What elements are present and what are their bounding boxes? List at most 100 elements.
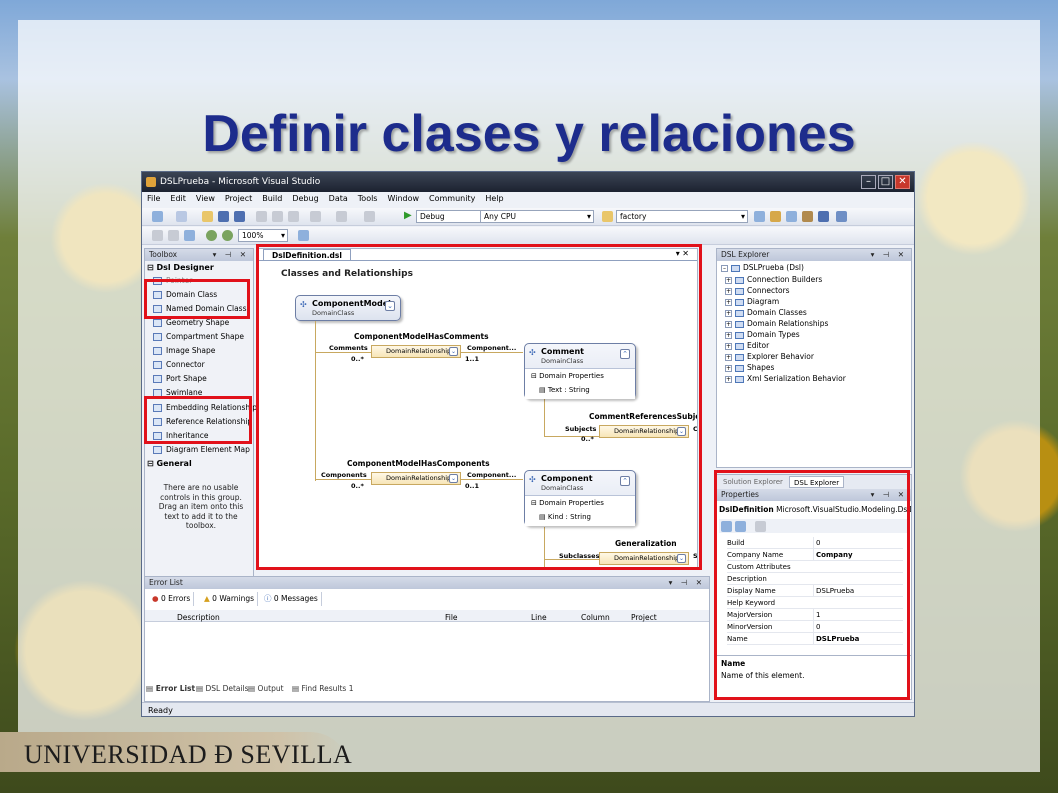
maximize-button[interactable]: □ [878,175,893,189]
find-in-files-icon[interactable] [602,211,613,222]
property-value[interactable]: DSLPrueba [813,585,854,597]
toolbox-group-general[interactable]: ⊟ General [147,459,192,468]
toolbox-item-embedding-relationship[interactable]: Embedding Relationship [153,403,257,412]
column-file[interactable]: File [445,613,458,622]
expand-icon[interactable]: + [725,364,732,372]
tree-item-xml-serialization[interactable]: + Xml Serialization Behavior [725,374,846,383]
toolbox-item-port-shape[interactable]: Port Shape [153,374,207,383]
tree-item-editor[interactable]: + Editor [725,341,769,350]
expand-icon[interactable]: + [725,287,732,295]
domain-property[interactable]: ▤ Text : String [539,386,590,394]
object-browser-icon[interactable] [786,211,797,222]
property-value[interactable]: 0 [813,621,820,633]
toolbox-item-compartment-shape[interactable]: Compartment Shape [153,332,244,341]
property-value[interactable]: 0 [813,537,820,549]
toolbox-item-named-domain-class[interactable]: Named Domain Class [153,304,247,313]
expand-icon[interactable]: ⌄ [449,474,458,483]
property-row-minor-version[interactable]: MinorVersion 0 [727,621,903,633]
property-value[interactable]: 1 [813,609,820,621]
minimize-button[interactable]: – [861,175,876,189]
start-debug-icon[interactable]: ▶ [404,210,412,221]
platform-combo[interactable]: Any CPU [480,210,594,223]
navigate-icon[interactable] [364,211,375,222]
alphabetical-icon[interactable] [735,521,746,532]
expand-icon[interactable]: ⌄ [449,347,458,356]
tree-item-connectors[interactable]: + Connectors [725,286,790,295]
expand-icon[interactable]: ⌄ [677,427,686,436]
paste-icon[interactable] [288,211,299,222]
property-row-name[interactable]: Name DSLPrueba [727,633,903,645]
align-left-icon[interactable] [152,230,163,241]
warnings-filter-button[interactable]: ▲ 0 Warnings [201,592,259,606]
zoom-in-icon[interactable] [206,230,217,241]
menu-debug[interactable]: Debug [287,192,323,205]
menu-tools[interactable]: Tools [353,192,383,205]
expand-icon[interactable]: ⌄ [677,554,686,563]
align-center-icon[interactable] [168,230,179,241]
zoom-combo[interactable]: 100% [238,229,288,242]
solution-explorer-icon[interactable] [754,211,765,222]
property-row-help-keyword[interactable]: Help Keyword [727,597,903,609]
toolbox-group-dsl-designer[interactable]: ⊟ Dsl Designer [147,263,214,272]
shape-comment[interactable]: ✣ Comment DomainClass ⌃ ⊟ Domain Propert… [524,343,636,399]
relationship-box[interactable]: DomainRelationship ⌄ [599,552,689,565]
property-value[interactable]: DSLPrueba [813,633,859,645]
tab-dsl-explorer[interactable]: DSL Explorer [789,476,845,488]
messages-filter-button[interactable]: ⓘ 0 Messages [261,592,322,606]
cut-icon[interactable] [256,211,267,222]
toolbox-item-image-shape[interactable]: Image Shape [153,346,215,355]
collapse-icon[interactable]: ⌃ [620,476,630,486]
tab-menu-icons[interactable]: ▾ ✕ [676,249,689,258]
panel-pin-icons[interactable]: ▾ ⊣ ✕ [669,577,705,589]
property-value[interactable]: Company [813,549,853,561]
expand-icon[interactable]: + [725,298,732,306]
save-icon[interactable] [218,211,229,222]
add-item-icon[interactable] [176,211,187,222]
toolbox-item-connector[interactable]: Connector [153,360,205,369]
collapse-icon[interactable]: ⌃ [620,349,630,359]
toolbox-item-domain-class[interactable]: Domain Class [153,290,217,299]
copy-icon[interactable] [272,211,283,222]
tree-item-shapes[interactable]: + Shapes [725,363,774,372]
zoom-to-fit-icon[interactable] [298,230,309,241]
expand-icon[interactable]: + [725,375,732,383]
toolbox-item-swimlane[interactable]: Swimlane [153,388,202,397]
toolbox-item-inheritance[interactable]: Inheritance [153,431,209,440]
save-all-icon[interactable] [234,211,245,222]
shape-component[interactable]: ✣ Component DomainClass ⌃ ⊟ Domain Prope… [524,470,636,526]
property-row-description[interactable]: Description [727,573,903,585]
tree-item-connection-builders[interactable]: + Connection Builders [725,275,822,284]
shape-componentmodel[interactable]: ✣ ComponentModel DomainClass ⌄ [295,295,401,321]
menu-community[interactable]: Community [424,192,480,205]
property-row-display-name[interactable]: Display Name DSLPrueba [727,585,903,597]
domain-property[interactable]: ▤ Kind : String [539,513,591,521]
toolbox-item-pointer[interactable]: Pointer [153,276,192,285]
column-column[interactable]: Column [581,613,610,622]
relationship-box[interactable]: DomainRelationship ⌄ [599,425,689,438]
panel-pin-icons[interactable]: ▾ ⊣ ✕ [213,249,249,261]
tree-item-domain-classes[interactable]: + Domain Classes [725,308,807,317]
tree-item-diagram[interactable]: + Diagram [725,297,779,306]
expand-icon[interactable]: + [725,309,732,317]
relationship-box[interactable]: DomainRelationship ⌄ [371,345,461,358]
tab-output[interactable]: ▤ Output [248,684,284,693]
open-folder-icon[interactable] [202,211,213,222]
relationship-box[interactable]: DomainRelationship ⌄ [371,472,461,485]
categorized-icon[interactable] [721,521,732,532]
property-pages-icon[interactable] [755,521,766,532]
expand-icon[interactable]: ⌄ [385,301,395,311]
close-button[interactable]: ✕ [895,175,910,189]
property-row-custom-attributes[interactable]: Custom Attributes [727,561,903,573]
column-project[interactable]: Project [631,613,657,622]
redo-icon[interactable] [336,211,347,222]
tree-root[interactable]: – DSLPrueba (Dsl) [721,263,804,272]
column-description[interactable]: Description [177,613,220,622]
menu-project[interactable]: Project [220,192,257,205]
expand-icon[interactable]: + [725,353,732,361]
menu-data[interactable]: Data [324,192,353,205]
menu-edit[interactable]: Edit [165,192,191,205]
panel-pin-icons[interactable]: ▾ ⊣ ✕ [871,489,907,501]
tree-item-explorer-behavior[interactable]: + Explorer Behavior [725,352,814,361]
expand-icon[interactable]: + [725,320,732,328]
toolbox-item-diagram-element-map[interactable]: Diagram Element Map [153,445,250,454]
